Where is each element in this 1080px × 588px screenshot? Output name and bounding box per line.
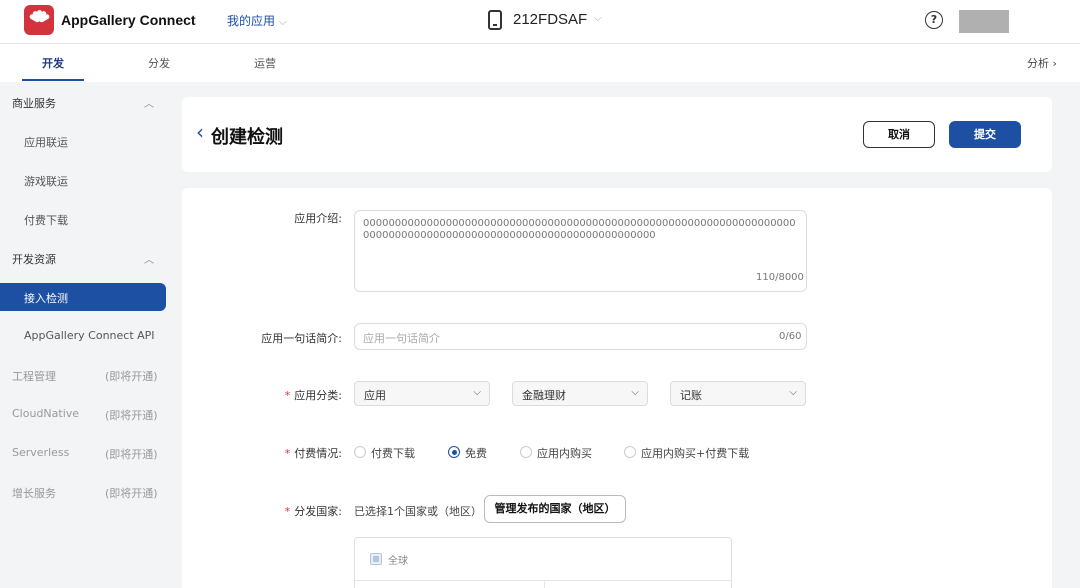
tab-distribute[interactable]: 分发	[148, 55, 170, 71]
country-table: 全球	[354, 537, 732, 588]
sidebar-item-access-check[interactable]: 接入检测	[0, 283, 166, 311]
brand-name: AppGallery Connect	[61, 12, 196, 28]
sidebar-item-growth: 增长服务 (即将开通)	[0, 478, 172, 506]
select-value: 金融理财	[522, 389, 566, 402]
sidebar-group-label: 开发资源	[12, 253, 56, 266]
intro-label: 应用介绍:	[294, 212, 342, 225]
oneline-placeholder: 应用一句话简介	[363, 332, 440, 345]
sidebar-item-label: AppGallery Connect API	[24, 329, 155, 342]
radio-label: 免费	[465, 447, 487, 460]
sidebar-item-label: 游戏联运	[24, 175, 68, 188]
category-select-3[interactable]: 记账 ⌵	[670, 381, 806, 406]
sidebar: 商业服务 ︿ 应用联运 游戏联运 付费下载 开发资源 ︿ 接入检测 AppGal…	[0, 82, 172, 588]
analytics-link[interactable]: 分析 ›	[1027, 55, 1057, 71]
sidebar-item-app-joint[interactable]: 应用联运	[0, 127, 172, 155]
form-card: 应用介绍: 0000000000000000000000000000000000…	[182, 188, 1052, 588]
coming-soon-note: (即将开通)	[105, 370, 158, 383]
sidebar-item-game-joint[interactable]: 游戏联运	[0, 166, 172, 194]
select-value: 应用	[364, 389, 386, 402]
sidebar-group-label: 商业服务	[12, 97, 56, 110]
module-nav: 开发 分发 运营 分析 ›	[0, 44, 1080, 82]
sidebar-group-business[interactable]: 商业服务 ︿	[0, 88, 172, 116]
category-select-1[interactable]: 应用 ⌵	[354, 381, 490, 406]
chevron-down-icon: ⌵	[473, 387, 481, 398]
sidebar-item-agc-api[interactable]: AppGallery Connect API	[0, 322, 172, 350]
sidebar-item-label: Serverless	[12, 446, 70, 459]
sidebar-item-label: 接入检测	[24, 292, 68, 305]
country-summary: 已选择1个国家或（地区）	[354, 505, 482, 518]
coming-soon-note: (即将开通)	[105, 448, 158, 461]
page-header-card: ‹ 创建检测 取消 提交	[182, 97, 1052, 172]
country-label-text: 分发国家:	[294, 505, 342, 518]
submit-button[interactable]: 提交	[949, 121, 1021, 148]
payment-label-text: 付费情况:	[294, 447, 342, 460]
coming-soon-note: (即将开通)	[105, 487, 158, 500]
coming-soon-note: (即将开通)	[105, 409, 158, 422]
intro-counter: 110/8000	[756, 272, 804, 283]
sidebar-item-cloudnative: CloudNative (即将开通)	[0, 400, 172, 428]
radio-circle	[624, 446, 636, 458]
sidebar-item-label: 应用联运	[24, 136, 68, 149]
radio-circle	[354, 446, 366, 458]
tab-develop[interactable]: 开发	[42, 55, 64, 71]
oneline-label: 应用一句话简介:	[261, 332, 342, 345]
chevron-up-icon: ︿	[144, 99, 154, 110]
intro-text: 0000000000000000000000000000000000000000…	[363, 218, 796, 241]
my-app-label: 我的应用	[227, 14, 276, 28]
global-checkbox[interactable]	[370, 553, 382, 565]
chevron-down-icon: ⌵	[789, 387, 797, 398]
huawei-logo-icon[interactable]	[24, 5, 54, 35]
help-icon[interactable]: ?	[925, 11, 943, 29]
divider	[355, 580, 731, 581]
sidebar-item-label: CloudNative	[12, 407, 80, 420]
top-header: AppGallery Connect 我的应用 ⌵ 212FDSAF ⌵ ?	[0, 0, 1080, 44]
category-label-text: 应用分类:	[294, 389, 342, 402]
page-title: 创建检测	[211, 127, 283, 148]
sidebar-item-paid-download[interactable]: 付费下载	[0, 205, 172, 233]
cancel-button[interactable]: 取消	[863, 121, 935, 148]
chevron-down-icon: ⌵	[631, 387, 639, 398]
avatar[interactable]	[959, 10, 1009, 33]
sidebar-group-dev-resources[interactable]: 开发资源 ︿	[0, 244, 172, 272]
sidebar-item-label: 付费下载	[24, 214, 68, 227]
active-tab-indicator	[22, 79, 84, 81]
radio-circle-selected	[448, 446, 460, 458]
oneline-input[interactable]: 应用一句话简介	[354, 323, 807, 350]
category-label: * 应用分类:	[284, 389, 342, 402]
global-label: 全球	[388, 556, 408, 567]
sidebar-item-serverless: Serverless (即将开通)	[0, 439, 172, 467]
radio-circle	[520, 446, 532, 458]
back-arrow-icon[interactable]: ‹	[196, 122, 204, 142]
tab-operate[interactable]: 运营	[254, 55, 276, 71]
chevron-up-icon: ︿	[144, 255, 154, 266]
sidebar-item-label: 工程管理	[12, 370, 56, 383]
radio-label: 应用内购买	[537, 447, 592, 460]
intro-textarea[interactable]: 0000000000000000000000000000000000000000…	[354, 210, 807, 292]
manage-countries-button[interactable]: 管理发布的国家（地区）	[484, 495, 626, 523]
select-value: 记账	[680, 389, 702, 402]
my-app-dropdown[interactable]: 我的应用 ⌵	[227, 12, 287, 29]
radio-label: 应用内购买+付费下载	[641, 447, 750, 460]
payment-label: * 付费情况:	[284, 447, 342, 460]
phone-icon	[488, 10, 502, 30]
radio-label: 付费下载	[371, 447, 415, 460]
device-name[interactable]: 212FDSAF	[513, 11, 587, 28]
chevron-down-icon[interactable]: ⌵	[594, 13, 602, 24]
sidebar-item-label: 增长服务	[12, 487, 56, 500]
chevron-down-icon: ⌵	[279, 17, 287, 28]
oneline-counter: 0/60	[779, 331, 802, 342]
sidebar-item-engineering: 工程管理 (即将开通)	[0, 361, 172, 389]
country-label: * 分发国家:	[284, 505, 342, 518]
category-select-2[interactable]: 金融理财 ⌵	[512, 381, 648, 406]
divider	[544, 580, 545, 588]
